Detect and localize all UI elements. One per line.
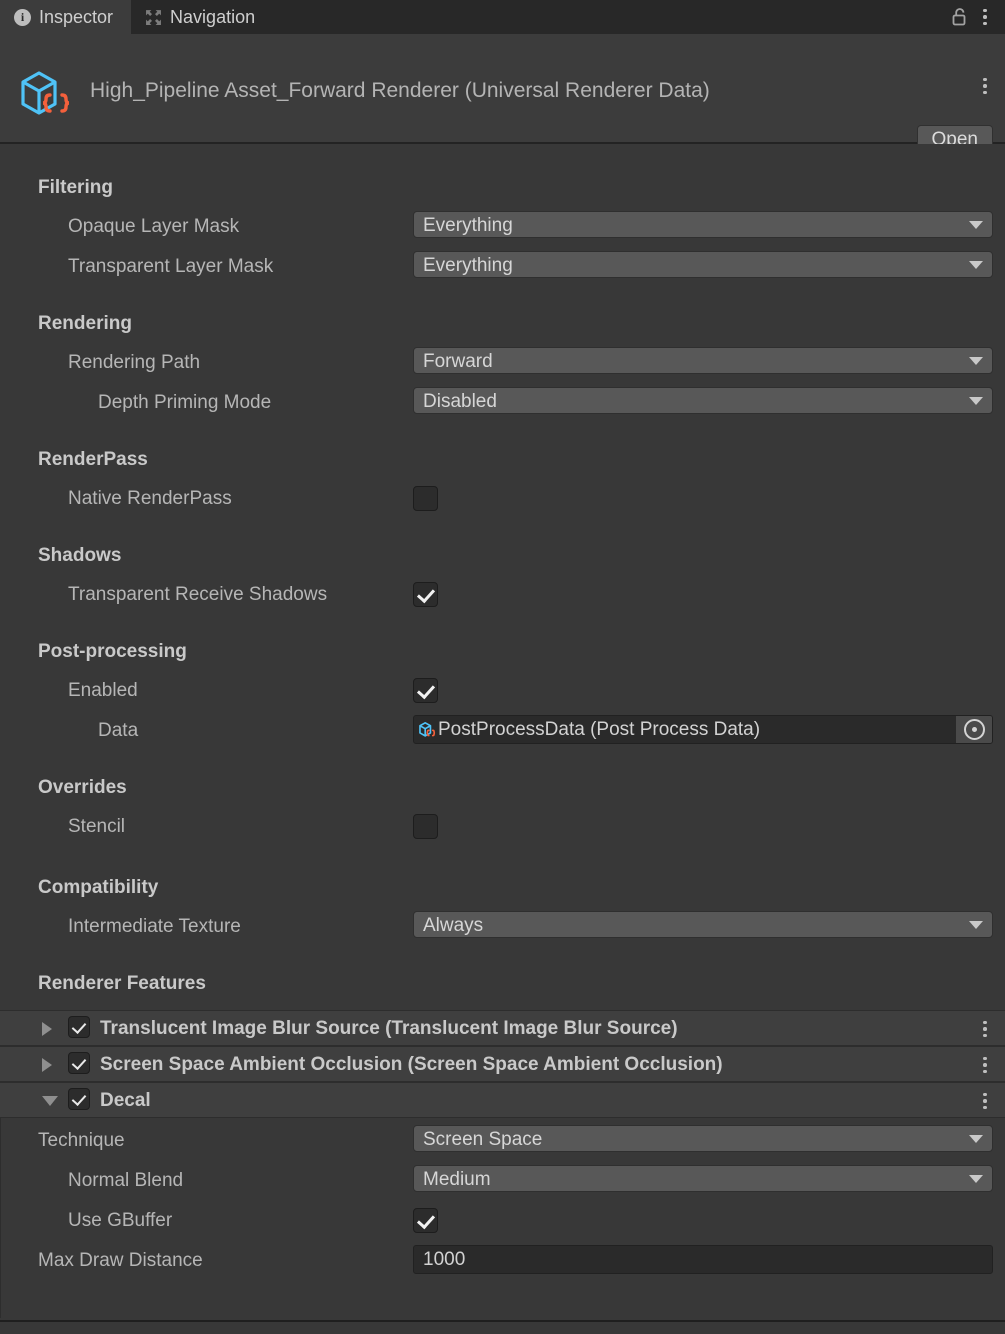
scriptable-object-cube-icon — [418, 720, 437, 740]
renderer-feature-kebab-icon[interactable] — [975, 1053, 995, 1077]
dropdown-transparent-layer-mask-value: Everything — [423, 255, 513, 276]
input-max-draw-distance[interactable]: 1000 — [413, 1245, 993, 1274]
renderer-feature-label: Decal — [100, 1090, 151, 1112]
chevron-down-icon — [969, 921, 983, 929]
label-depth-priming-mode: Depth Priming Mode — [98, 392, 271, 414]
section-title-filtering: Filtering — [38, 177, 113, 199]
section-title-overrides: Overrides — [38, 777, 127, 799]
window-tab-bar: i Inspector Navigation — [0, 0, 1005, 34]
chevron-right-icon[interactable] — [42, 1058, 52, 1072]
renderer-feature-row-screen-space-ambient-occlusion[interactable]: Screen Space Ambient Occlusion (Screen S… — [0, 1046, 1005, 1082]
object-picker-button[interactable] — [956, 716, 992, 743]
dropdown-technique-value: Screen Space — [423, 1129, 542, 1150]
tab-inspector[interactable]: i Inspector — [0, 0, 131, 34]
label-opaque-layer-mask: Opaque Layer Mask — [68, 216, 239, 238]
dropdown-depth-priming-mode-value: Disabled — [423, 391, 497, 412]
asset-title: High_Pipeline Asset_Forward Renderer (Un… — [90, 79, 710, 103]
section-title-compatibility: Compatibility — [38, 877, 158, 899]
label-max-draw-distance: Max Draw Distance — [38, 1250, 203, 1272]
dropdown-intermediate-texture-value: Always — [423, 915, 483, 936]
checkbox-transparent-receive-shadows[interactable] — [413, 582, 438, 607]
inspector-body: Filtering Opaque Layer Mask Everything T… — [0, 144, 1005, 1334]
tab-navigation-label: Navigation — [170, 7, 255, 28]
renderer-feature-kebab-icon[interactable] — [975, 1089, 995, 1113]
renderer-feature-row-decal[interactable]: Decal — [0, 1082, 1005, 1118]
unlocked-padlock-icon[interactable] — [949, 6, 969, 28]
objectfield-post-process-data[interactable]: PostProcessData (Post Process Data) — [413, 715, 993, 744]
checkbox-native-renderpass[interactable] — [413, 486, 438, 511]
dropdown-rendering-path-value: Forward — [423, 351, 493, 372]
window-menu-kebab-icon[interactable] — [975, 5, 995, 29]
checkbox-renderer-feature[interactable] — [68, 1016, 90, 1038]
dropdown-normal-blend-value: Medium — [423, 1169, 491, 1190]
dropdown-opaque-layer-mask[interactable]: Everything — [413, 211, 993, 238]
dropdown-technique[interactable]: Screen Space — [413, 1125, 993, 1152]
label-post-processing-data: Data — [98, 720, 138, 742]
asset-header-kebab-icon[interactable] — [975, 74, 995, 98]
label-rendering-path: Rendering Path — [68, 352, 200, 374]
tab-bar-controls — [949, 0, 1005, 34]
chevron-right-icon[interactable] — [42, 1022, 52, 1036]
label-native-renderpass: Native RenderPass — [68, 488, 232, 510]
label-intermediate-texture: Intermediate Texture — [68, 916, 241, 938]
dropdown-transparent-layer-mask[interactable]: Everything — [413, 251, 993, 278]
label-technique: Technique — [38, 1130, 125, 1152]
label-transparent-layer-mask: Transparent Layer Mask — [68, 256, 273, 278]
section-title-post-processing: Post-processing — [38, 641, 187, 663]
dropdown-opaque-layer-mask-value: Everything — [423, 215, 513, 236]
scriptable-object-cube-icon — [17, 66, 75, 124]
label-post-processing-enabled: Enabled — [68, 680, 138, 702]
panel-bottom-divider — [0, 1320, 1005, 1322]
objectfield-post-process-data-value: PostProcessData (Post Process Data) — [438, 719, 760, 741]
section-title-renderer-features: Renderer Features — [38, 973, 206, 995]
dropdown-rendering-path[interactable]: Forward — [413, 347, 993, 374]
target-circle-icon — [964, 719, 985, 740]
dropdown-normal-blend[interactable]: Medium — [413, 1165, 993, 1192]
checkbox-renderer-feature[interactable] — [68, 1052, 90, 1074]
chevron-down-icon — [969, 397, 983, 405]
label-transparent-receive-shadows: Transparent Receive Shadows — [68, 584, 327, 606]
chevron-down-icon — [969, 221, 983, 229]
checkbox-renderer-feature[interactable] — [68, 1088, 90, 1110]
navigation-icon — [145, 9, 162, 26]
label-use-gbuffer: Use GBuffer — [68, 1210, 172, 1232]
chevron-down-icon[interactable] — [42, 1096, 58, 1106]
tab-navigation[interactable]: Navigation — [131, 0, 273, 34]
dropdown-depth-priming-mode[interactable]: Disabled — [413, 387, 993, 414]
section-title-shadows: Shadows — [38, 545, 121, 567]
renderer-feature-row-translucent-image-blur-source[interactable]: Translucent Image Blur Source (Transluce… — [0, 1010, 1005, 1046]
chevron-down-icon — [969, 1175, 983, 1183]
decal-group-rail — [0, 1118, 1, 1318]
section-title-rendering: Rendering — [38, 313, 132, 335]
label-stencil: Stencil — [68, 816, 125, 838]
checkbox-post-processing-enabled[interactable] — [413, 678, 438, 703]
checkbox-stencil[interactable] — [413, 814, 438, 839]
renderer-feature-kebab-icon[interactable] — [975, 1017, 995, 1041]
label-normal-blend: Normal Blend — [68, 1170, 183, 1192]
asset-header: High_Pipeline Asset_Forward Renderer (Un… — [0, 34, 1005, 144]
section-title-renderpass: RenderPass — [38, 449, 148, 471]
info-icon: i — [14, 9, 31, 26]
renderer-feature-label: Screen Space Ambient Occlusion (Screen S… — [100, 1054, 723, 1076]
checkbox-use-gbuffer[interactable] — [413, 1208, 438, 1233]
chevron-down-icon — [969, 357, 983, 365]
dropdown-intermediate-texture[interactable]: Always — [413, 911, 993, 938]
chevron-down-icon — [969, 1135, 983, 1143]
renderer-feature-label: Translucent Image Blur Source (Transluce… — [100, 1018, 678, 1040]
input-max-draw-distance-value: 1000 — [423, 1249, 465, 1270]
tab-bar-spacer — [273, 0, 949, 34]
chevron-down-icon — [969, 261, 983, 269]
tab-inspector-label: Inspector — [39, 7, 113, 28]
